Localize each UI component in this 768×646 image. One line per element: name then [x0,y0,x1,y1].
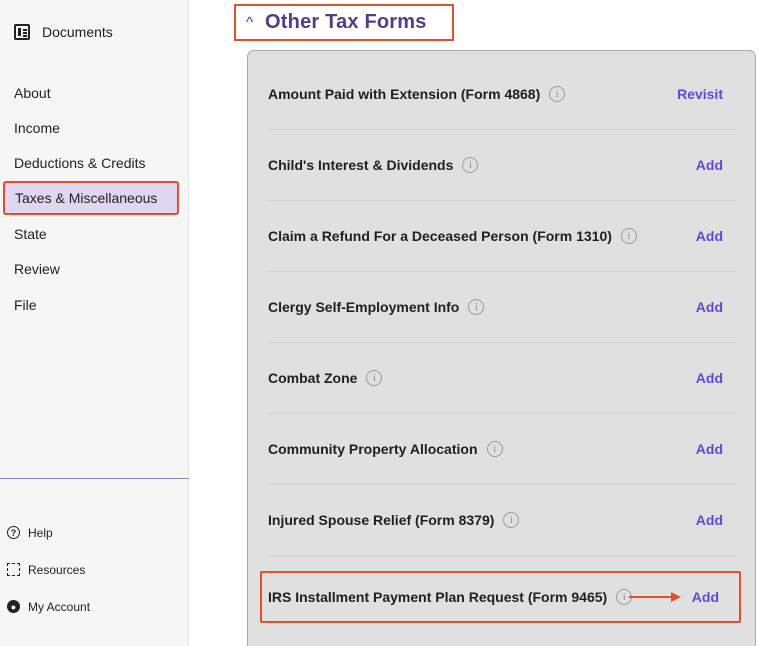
info-icon[interactable]: i [468,299,485,315]
sidebar-bottom-links: ? Help Resources ● My Account [7,514,90,625]
add-button[interactable]: Add [696,228,723,244]
form-row: Community Property Allocation i Add [268,414,737,485]
form-row: Child's Interest & Dividends i Add [268,130,737,201]
add-button[interactable]: Add [696,512,723,528]
resources-label: Resources [28,562,86,577]
sidebar-item-income[interactable]: Income [0,111,189,146]
sidebar-nav: About Income Deductions & Credits Taxes … [0,76,189,324]
info-icon[interactable]: i [462,157,479,173]
add-button[interactable]: Add [696,157,723,173]
arrow-right-icon [629,592,681,602]
form-row: Clergy Self-Employment Info i Add [268,272,737,343]
resources-link[interactable]: Resources [7,551,90,588]
info-icon[interactable]: i [486,441,503,457]
documents-icon [14,24,30,40]
sidebar-item-state[interactable]: State [0,217,189,252]
my-account-link[interactable]: ● My Account [7,588,90,625]
form-name: Combat Zone [268,370,358,386]
form-row-label: Combat Zone i [268,370,383,386]
sidebar-item-taxes-miscellaneous[interactable]: Taxes & Miscellaneous [3,181,179,215]
sidebar: Documents About Income Deductions & Cred… [0,0,189,646]
help-link[interactable]: ? Help [7,514,90,551]
form-row: Injured Spouse Relief (Form 8379) i Add [268,485,737,556]
info-icon[interactable]: i [366,370,383,386]
form-row: Combat Zone i Add [268,343,737,414]
add-button[interactable]: Add [692,589,719,605]
documents-label: Documents [42,24,113,40]
form-row: Amount Paid with Extension (Form 4868) i… [268,59,737,130]
sidebar-divider [0,478,189,479]
form-row-label: IRS Installment Payment Plan Request (Fo… [268,589,633,605]
form-name: Amount Paid with Extension (Form 4868) [268,86,541,102]
form-row-label: Claim a Refund For a Deceased Person (Fo… [268,228,637,244]
add-button[interactable]: Add [696,299,723,315]
form-row-highlighted: IRS Installment Payment Plan Request (Fo… [260,571,741,623]
help-label: Help [28,525,53,540]
revisit-button[interactable]: Revisit [677,86,723,102]
info-icon[interactable]: i [549,86,566,102]
add-button[interactable]: Add [696,370,723,386]
form-name: IRS Installment Payment Plan Request (Fo… [268,589,608,605]
form-name: Community Property Allocation [268,441,478,457]
chevron-up-icon: ^ [246,14,254,31]
form-name: Injured Spouse Relief (Form 8379) [268,512,495,528]
form-row: Claim a Refund For a Deceased Person (Fo… [268,201,737,272]
sidebar-item-file[interactable]: File [0,288,189,324]
help-icon: ? [7,526,20,539]
resources-icon [7,563,20,576]
sidebar-item-about[interactable]: About [0,76,189,111]
add-button[interactable]: Add [696,441,723,457]
documents-link[interactable]: Documents [14,24,113,40]
info-icon[interactable]: i [503,512,520,528]
form-row-label: Clergy Self-Employment Info i [268,299,485,315]
form-row-label: Community Property Allocation i [268,441,503,457]
form-row-label: Amount Paid with Extension (Form 4868) i [268,86,566,102]
account-icon: ● [7,600,20,613]
form-name: Claim a Refund For a Deceased Person (Fo… [268,228,612,244]
sidebar-item-deductions-credits[interactable]: Deductions & Credits [0,146,189,181]
other-tax-forms-card: Amount Paid with Extension (Form 4868) i… [247,50,756,646]
section-header-toggle[interactable]: ^ Other Tax Forms [234,4,454,41]
sidebar-item-review[interactable]: Review [0,252,189,288]
form-name: Clergy Self-Employment Info [268,299,460,315]
info-icon[interactable]: i [620,228,637,244]
form-name: Child's Interest & Dividends [268,157,454,173]
form-row-label: Child's Interest & Dividends i [268,157,479,173]
form-row-label: Injured Spouse Relief (Form 8379) i [268,512,520,528]
section-title: Other Tax Forms [265,11,427,33]
my-account-label: My Account [28,599,91,614]
